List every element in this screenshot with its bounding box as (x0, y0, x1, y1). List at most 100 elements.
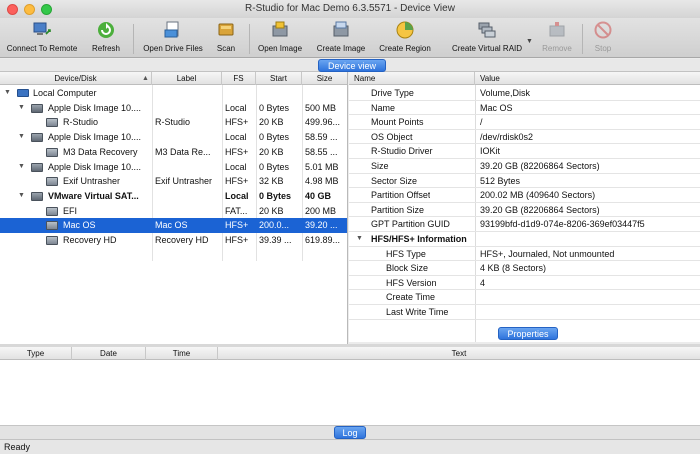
device-label (155, 101, 221, 116)
device-size: 4.98 MB (305, 176, 339, 187)
device-fs: HFS+ (225, 117, 249, 128)
column-label[interactable]: Label (152, 72, 222, 85)
device-label (155, 160, 221, 175)
refresh-button[interactable]: Refresh (86, 18, 126, 58)
device-row-selected[interactable]: Mac OS Mac OS HFS+ 200.0... 39.20 ... (0, 218, 347, 233)
device-row[interactable]: ▼ Apple Disk Image 10.... Local 0 Bytes … (0, 130, 347, 145)
device-row[interactable]: ▼ Apple Disk Image 10.... Local 0 Bytes … (0, 160, 347, 175)
property-row[interactable]: Partition Offset 200.02 MB (409640 Sector… (349, 188, 700, 203)
device-fs: FAT... (225, 205, 248, 216)
connect-to-remote-button[interactable]: Connect To Remote (2, 18, 82, 58)
property-row[interactable]: R-Studio Driver IOKit (349, 144, 700, 159)
device-size: 40 GB (305, 190, 332, 201)
close-window-button[interactable] (7, 4, 18, 15)
scan-button[interactable]: Scan (210, 18, 242, 58)
property-name: Sector Size (371, 175, 418, 186)
column-name[interactable]: Name (349, 72, 475, 85)
device-size: 58.55 ... (305, 146, 338, 157)
device-size: 5.01 MB (305, 161, 339, 172)
property-row[interactable]: Partition Size 39.20 GB (82206864 Sectors… (349, 203, 700, 218)
device-start: 0 Bytes (259, 190, 292, 201)
column-date[interactable]: Date (72, 347, 146, 360)
device-label (155, 204, 221, 219)
property-row[interactable]: OS Object/dev/rdisk0s2 (349, 130, 700, 145)
property-row[interactable]: Sector Size 512 Bytes (349, 174, 700, 189)
column-fs[interactable]: FS (222, 72, 256, 85)
device-row[interactable]: ▼ VMware Virtual SAT... Local 0 Bytes 40… (0, 189, 347, 204)
device-fs: Local (225, 190, 249, 201)
property-row[interactable]: Block Size 4 KB (8 Sectors) (349, 261, 700, 276)
property-name: Size (371, 161, 389, 171)
create-image-button[interactable]: Create Image (312, 18, 370, 58)
log-tab[interactable]: Log (334, 426, 366, 439)
create-virtual-raid-button[interactable]: Create Virtual RAID (444, 18, 530, 58)
property-row[interactable]: GPT Partition GUID 93199bfd-d1d9-074e-820… (349, 217, 700, 232)
device-size: 619.89... (305, 235, 341, 245)
disclosure-triangle-icon[interactable]: ▼ (18, 130, 25, 145)
device-size: 58.59 ... (305, 132, 338, 143)
property-name: GPT Partition GUID (371, 219, 450, 230)
disclosure-triangle-icon[interactable]: ▼ (4, 86, 11, 101)
property-group-row[interactable]: ▼ HFS/HFS+ Information (349, 232, 700, 247)
disclosure-triangle-icon[interactable]: ▼ (18, 101, 25, 116)
volume-icon (46, 206, 58, 216)
remove-button[interactable]: Remove (538, 18, 576, 58)
device-row[interactable]: M3 Data Recovery M3 Data Re... HFS+ 20 K… (0, 145, 347, 160)
disclosure-triangle-icon[interactable]: ▼ (18, 189, 25, 204)
property-row[interactable]: Create Time (349, 290, 700, 305)
device-row[interactable]: EFI FAT... 20 KB 200 MB (0, 204, 347, 219)
device-row[interactable]: ▼ Apple Disk Image 10.... Local 0 Bytes … (0, 101, 347, 116)
property-value: Volume,Disk (480, 88, 531, 98)
device-label: Exif Untrasher (155, 176, 213, 187)
column-start[interactable]: Start (256, 72, 302, 85)
device-row[interactable]: R-Studio R-Studio HFS+ 20 KB 499.96... (0, 115, 347, 130)
column-device-disk[interactable]: Device/Disk (0, 72, 152, 85)
minimize-window-button[interactable] (24, 4, 35, 15)
zoom-window-button[interactable] (41, 4, 52, 15)
column-text[interactable]: Text (218, 347, 700, 360)
properties-tab[interactable]: Properties (498, 327, 558, 340)
raid-dropdown-chevron-icon[interactable]: ▼ (526, 38, 533, 45)
property-row[interactable]: Size 39.20 GB (82206864 Sectors) (349, 159, 700, 174)
device-start: 0 Bytes (259, 161, 290, 172)
column-value[interactable]: Value (475, 72, 700, 85)
device-view-tab[interactable]: Device view (318, 59, 386, 72)
refresh-label: Refresh (91, 44, 120, 53)
stop-icon (594, 21, 612, 39)
device-fs: Local (225, 132, 247, 143)
column-time[interactable]: Time (146, 347, 218, 360)
device-row[interactable]: Recovery HD Recovery HD HFS+ 39.39 ... 6… (0, 233, 347, 248)
column-size[interactable]: Size (302, 72, 347, 85)
property-row[interactable]: Last Write Time (349, 305, 700, 320)
device-name: Exif Untrasher (63, 176, 121, 187)
open-image-button[interactable]: Open Image (254, 18, 306, 58)
create-region-icon (396, 21, 414, 39)
property-row[interactable]: Name Mac OS (349, 101, 700, 116)
sort-ascending-icon: ▲ (142, 75, 149, 82)
disk-image-icon (31, 162, 43, 172)
device-row[interactable]: Exif Untrasher Exif Untrasher HFS+ 32 KB… (0, 174, 347, 189)
property-value: 4 KB (8 Sectors) (480, 263, 547, 274)
window-title: R-Studio for Mac Demo 6.3.5571 - Device … (245, 3, 455, 14)
title-bar: R-Studio for Mac Demo 6.3.5571 - Device … (0, 0, 700, 18)
disclosure-triangle-icon[interactable]: ▼ (356, 232, 363, 247)
stop-label: Stop (594, 44, 612, 53)
disclosure-triangle-icon[interactable]: ▼ (18, 160, 25, 175)
property-row[interactable]: HFS Version 4 (349, 276, 700, 291)
device-label (155, 130, 221, 145)
property-row[interactable]: Mount Points / (349, 115, 700, 130)
create-region-button[interactable]: Create Region (374, 18, 436, 58)
device-name: Apple Disk Image 10.... (48, 132, 142, 143)
property-name: OS Object (371, 131, 413, 142)
device-row-local-computer[interactable]: ▼ Local Computer (0, 86, 347, 101)
property-name: Last Write Time (386, 307, 449, 317)
property-value: 512 Bytes (480, 175, 521, 186)
column-type[interactable]: Type (0, 347, 72, 360)
volume-icon (46, 177, 58, 187)
property-row[interactable]: HFS Type HFS+, Journaled, Not unmounted (349, 247, 700, 262)
device-fs: HFS+ (225, 146, 249, 157)
stop-button[interactable]: Stop (587, 18, 619, 58)
open-drive-files-button[interactable]: Open Drive Files (140, 18, 206, 58)
property-value: 4 (480, 277, 486, 288)
property-row[interactable]: Drive Type Volume,Disk (349, 86, 700, 101)
